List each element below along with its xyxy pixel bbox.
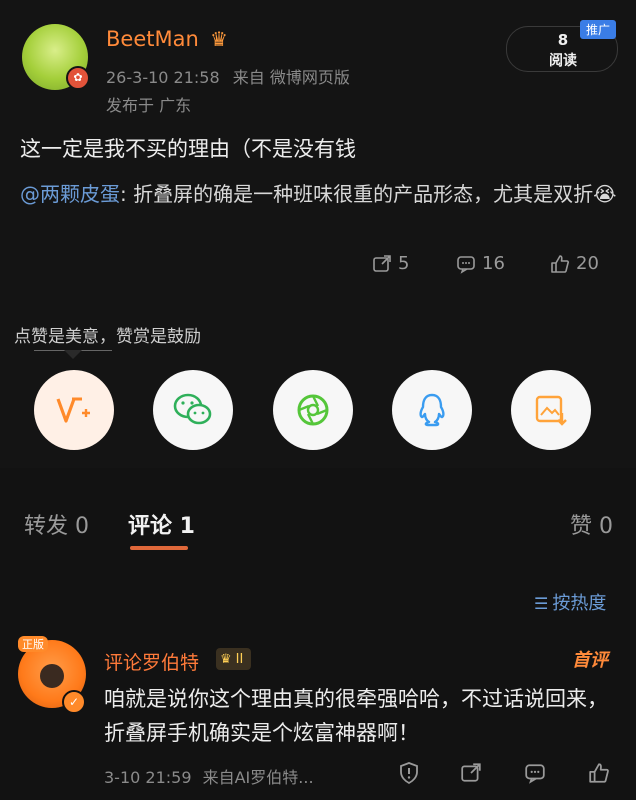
repost-icon [461, 763, 481, 782]
username[interactable]: BeetMan [106, 27, 199, 51]
comment-icon [525, 764, 545, 784]
quoted-text: @两颗皮蛋: 折叠屏的确是一种班味很重的产品形态，尤其是双折😭 [20, 178, 620, 210]
quote-body: : 折叠屏的确是一种班味很重的产品形态，尤其是双折 [120, 182, 594, 206]
robot-eye-icon [40, 664, 64, 688]
mention-link[interactable]: @两颗皮蛋 [20, 182, 120, 206]
moments-icon [297, 394, 329, 426]
post-time: 26-3-10 21:58 [106, 68, 220, 87]
comment-meta: 3-10 21:59 来自AI罗伯特... [104, 764, 314, 788]
level-value: II [235, 651, 244, 667]
level-badge: ♛ II [216, 648, 252, 670]
tab-section [0, 484, 636, 800]
repost-button[interactable]: 5 [372, 253, 409, 274]
vip-plus-icon [56, 397, 90, 423]
wechat-share-button[interactable] [153, 370, 233, 450]
reward-tip: 点赞是美意，赞赏是鼓励 [14, 327, 201, 347]
tab-comment[interactable]: 评论 1 [128, 508, 195, 540]
comment-reply-button[interactable] [520, 758, 550, 788]
moments-share-button[interactable] [273, 370, 353, 450]
sort-button[interactable]: ☰ 按热度 [534, 589, 606, 615]
verified-badge-icon: ✓ [62, 690, 86, 714]
wechat-icon [173, 393, 212, 425]
avatar-tag: 正版 [18, 636, 48, 652]
vip-crown-icon: ♛ [210, 27, 228, 51]
post-location: 发布于 广东 [106, 96, 192, 115]
active-tab-indicator [130, 546, 188, 550]
comment-like-button[interactable] [584, 758, 614, 788]
vip-reward-button[interactable] [34, 370, 114, 450]
thumbs-up-icon [551, 254, 569, 273]
tab-repost[interactable]: 转发 0 [24, 508, 89, 540]
repost-icon [373, 254, 391, 272]
save-image-icon [535, 395, 567, 426]
crown-icon: ♛ [220, 651, 232, 667]
comment-icon [457, 255, 475, 274]
report-button[interactable] [394, 758, 424, 788]
comment-repost-button[interactable] [456, 758, 486, 788]
comment-username[interactable]: 评论罗伯特 [104, 648, 199, 675]
comment-text: 咱就是说你这个理由真的很牵强哈哈，不过话说回来，折叠屏手机确实是个炫富神器啊！ [104, 687, 608, 745]
verified-badge-icon: ✿ [66, 66, 90, 90]
sort-label: 按热度 [552, 593, 607, 614]
comment-source: 来自AI罗伯特... [202, 768, 314, 787]
first-comment-badge: 首评 [572, 650, 608, 671]
like-count: 20 [576, 253, 599, 274]
qq-icon [419, 393, 445, 427]
like-button[interactable]: 20 [550, 253, 599, 274]
ad-tag: 推广 [580, 20, 617, 39]
tab-like[interactable]: 赞 0 [570, 508, 613, 540]
post-meta: 26-3-10 21:58 来自 微博网页版 [106, 64, 350, 88]
comment-count: 16 [482, 253, 505, 274]
post-source: 来自 微博网页版 [232, 68, 350, 87]
repost-count: 5 [398, 253, 410, 274]
read-count: 8 [557, 31, 569, 49]
comment-time: 3-10 21:59 [104, 768, 192, 787]
qq-share-button[interactable] [392, 370, 472, 450]
shield-warning-icon [400, 762, 418, 785]
read-label: 阅读 [549, 53, 577, 69]
thumbs-up-icon [589, 763, 609, 783]
cry-emoji-icon: 😭 [593, 182, 617, 206]
post-text: 这一定是我不买的理由（不是没有钱 [20, 137, 356, 161]
comment-button[interactable]: 16 [456, 253, 505, 274]
save-image-button[interactable] [511, 370, 591, 450]
sort-icon: ☰ [534, 594, 549, 613]
tip-arrow-icon [64, 350, 82, 359]
